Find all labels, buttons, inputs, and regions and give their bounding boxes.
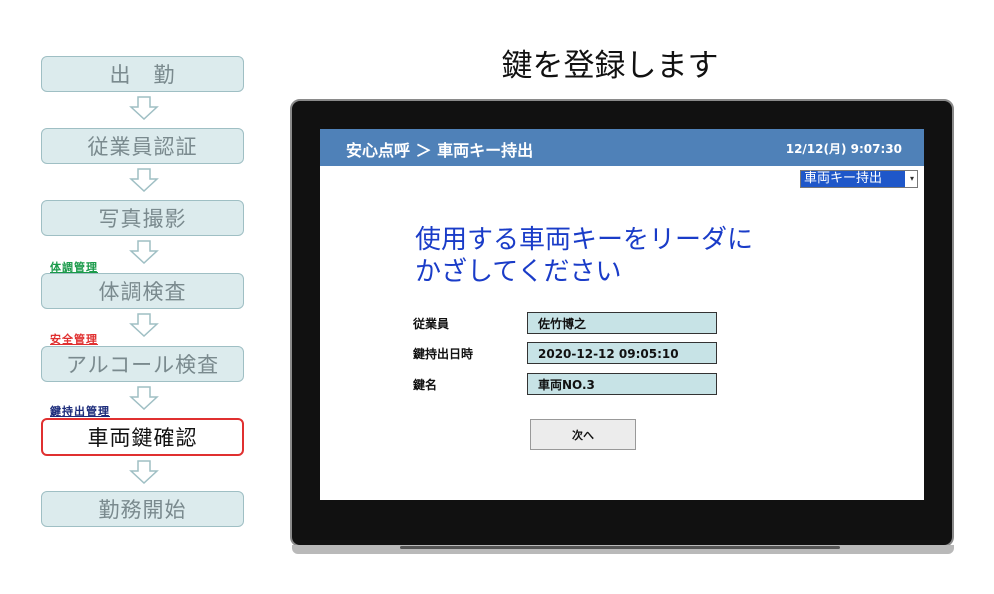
down-arrow-icon <box>129 460 159 484</box>
app-screen: 安心点呼 ＞ 車両キー持出 12/12(月) 9:07:30 車両キー持出 ▾ … <box>320 129 924 500</box>
checkout-datetime-label: 鍵持出日時 <box>413 347 474 361</box>
laptop-hinge <box>400 546 840 549</box>
down-arrow-icon <box>129 96 159 120</box>
mode-select-value: 車両キー持出 <box>801 171 905 187</box>
mode-select[interactable]: 車両キー持出 ▾ <box>800 170 918 188</box>
datetime-display: 12/12(月) 9:07:30 <box>785 142 902 156</box>
key-name-label: 鍵名 <box>413 378 438 392</box>
tag-safety-management: 安全管理 <box>50 333 98 346</box>
flow-step-vehicle-key-check: 車両鍵確認 <box>41 418 244 456</box>
down-arrow-icon <box>129 386 159 410</box>
flow-step-photo: 写真撮影 <box>41 200 244 236</box>
employee-field: 佐竹博之 <box>527 312 717 334</box>
instruction-line-1: 使用する車両キーをリーダに <box>415 225 754 255</box>
page-headline: 鍵を登録します <box>501 48 719 84</box>
breadcrumb: 安心点呼 ＞ 車両キー持出 <box>346 141 534 160</box>
employee-label: 従業員 <box>413 317 450 331</box>
chevron-down-icon[interactable]: ▾ <box>907 171 917 187</box>
flow-step-start-work: 勤務開始 <box>41 491 244 527</box>
flow-step-employee-auth: 従業員認証 <box>41 128 244 164</box>
flow-step-attendance: 出 勤 <box>41 56 244 92</box>
app-header-bar: 安心点呼 ＞ 車両キー持出 12/12(月) 9:07:30 <box>320 129 924 166</box>
instruction-message: 使用する車両キーをリーダに かざしてください <box>415 224 753 288</box>
down-arrow-icon <box>129 313 159 337</box>
checkout-datetime-field: 2020-12-12 09:05:10 <box>527 342 717 364</box>
down-arrow-icon <box>129 240 159 264</box>
flow-step-alcohol-check: アルコール検査 <box>41 346 244 382</box>
flow-step-health-check: 体調検査 <box>41 273 244 309</box>
key-name-field: 車両NO.3 <box>527 373 717 395</box>
tag-key-checkout-management: 鍵持出管理 <box>50 405 110 418</box>
next-button[interactable]: 次へ <box>530 419 636 450</box>
instruction-line-2: かざしてください <box>415 257 622 287</box>
down-arrow-icon <box>129 168 159 192</box>
